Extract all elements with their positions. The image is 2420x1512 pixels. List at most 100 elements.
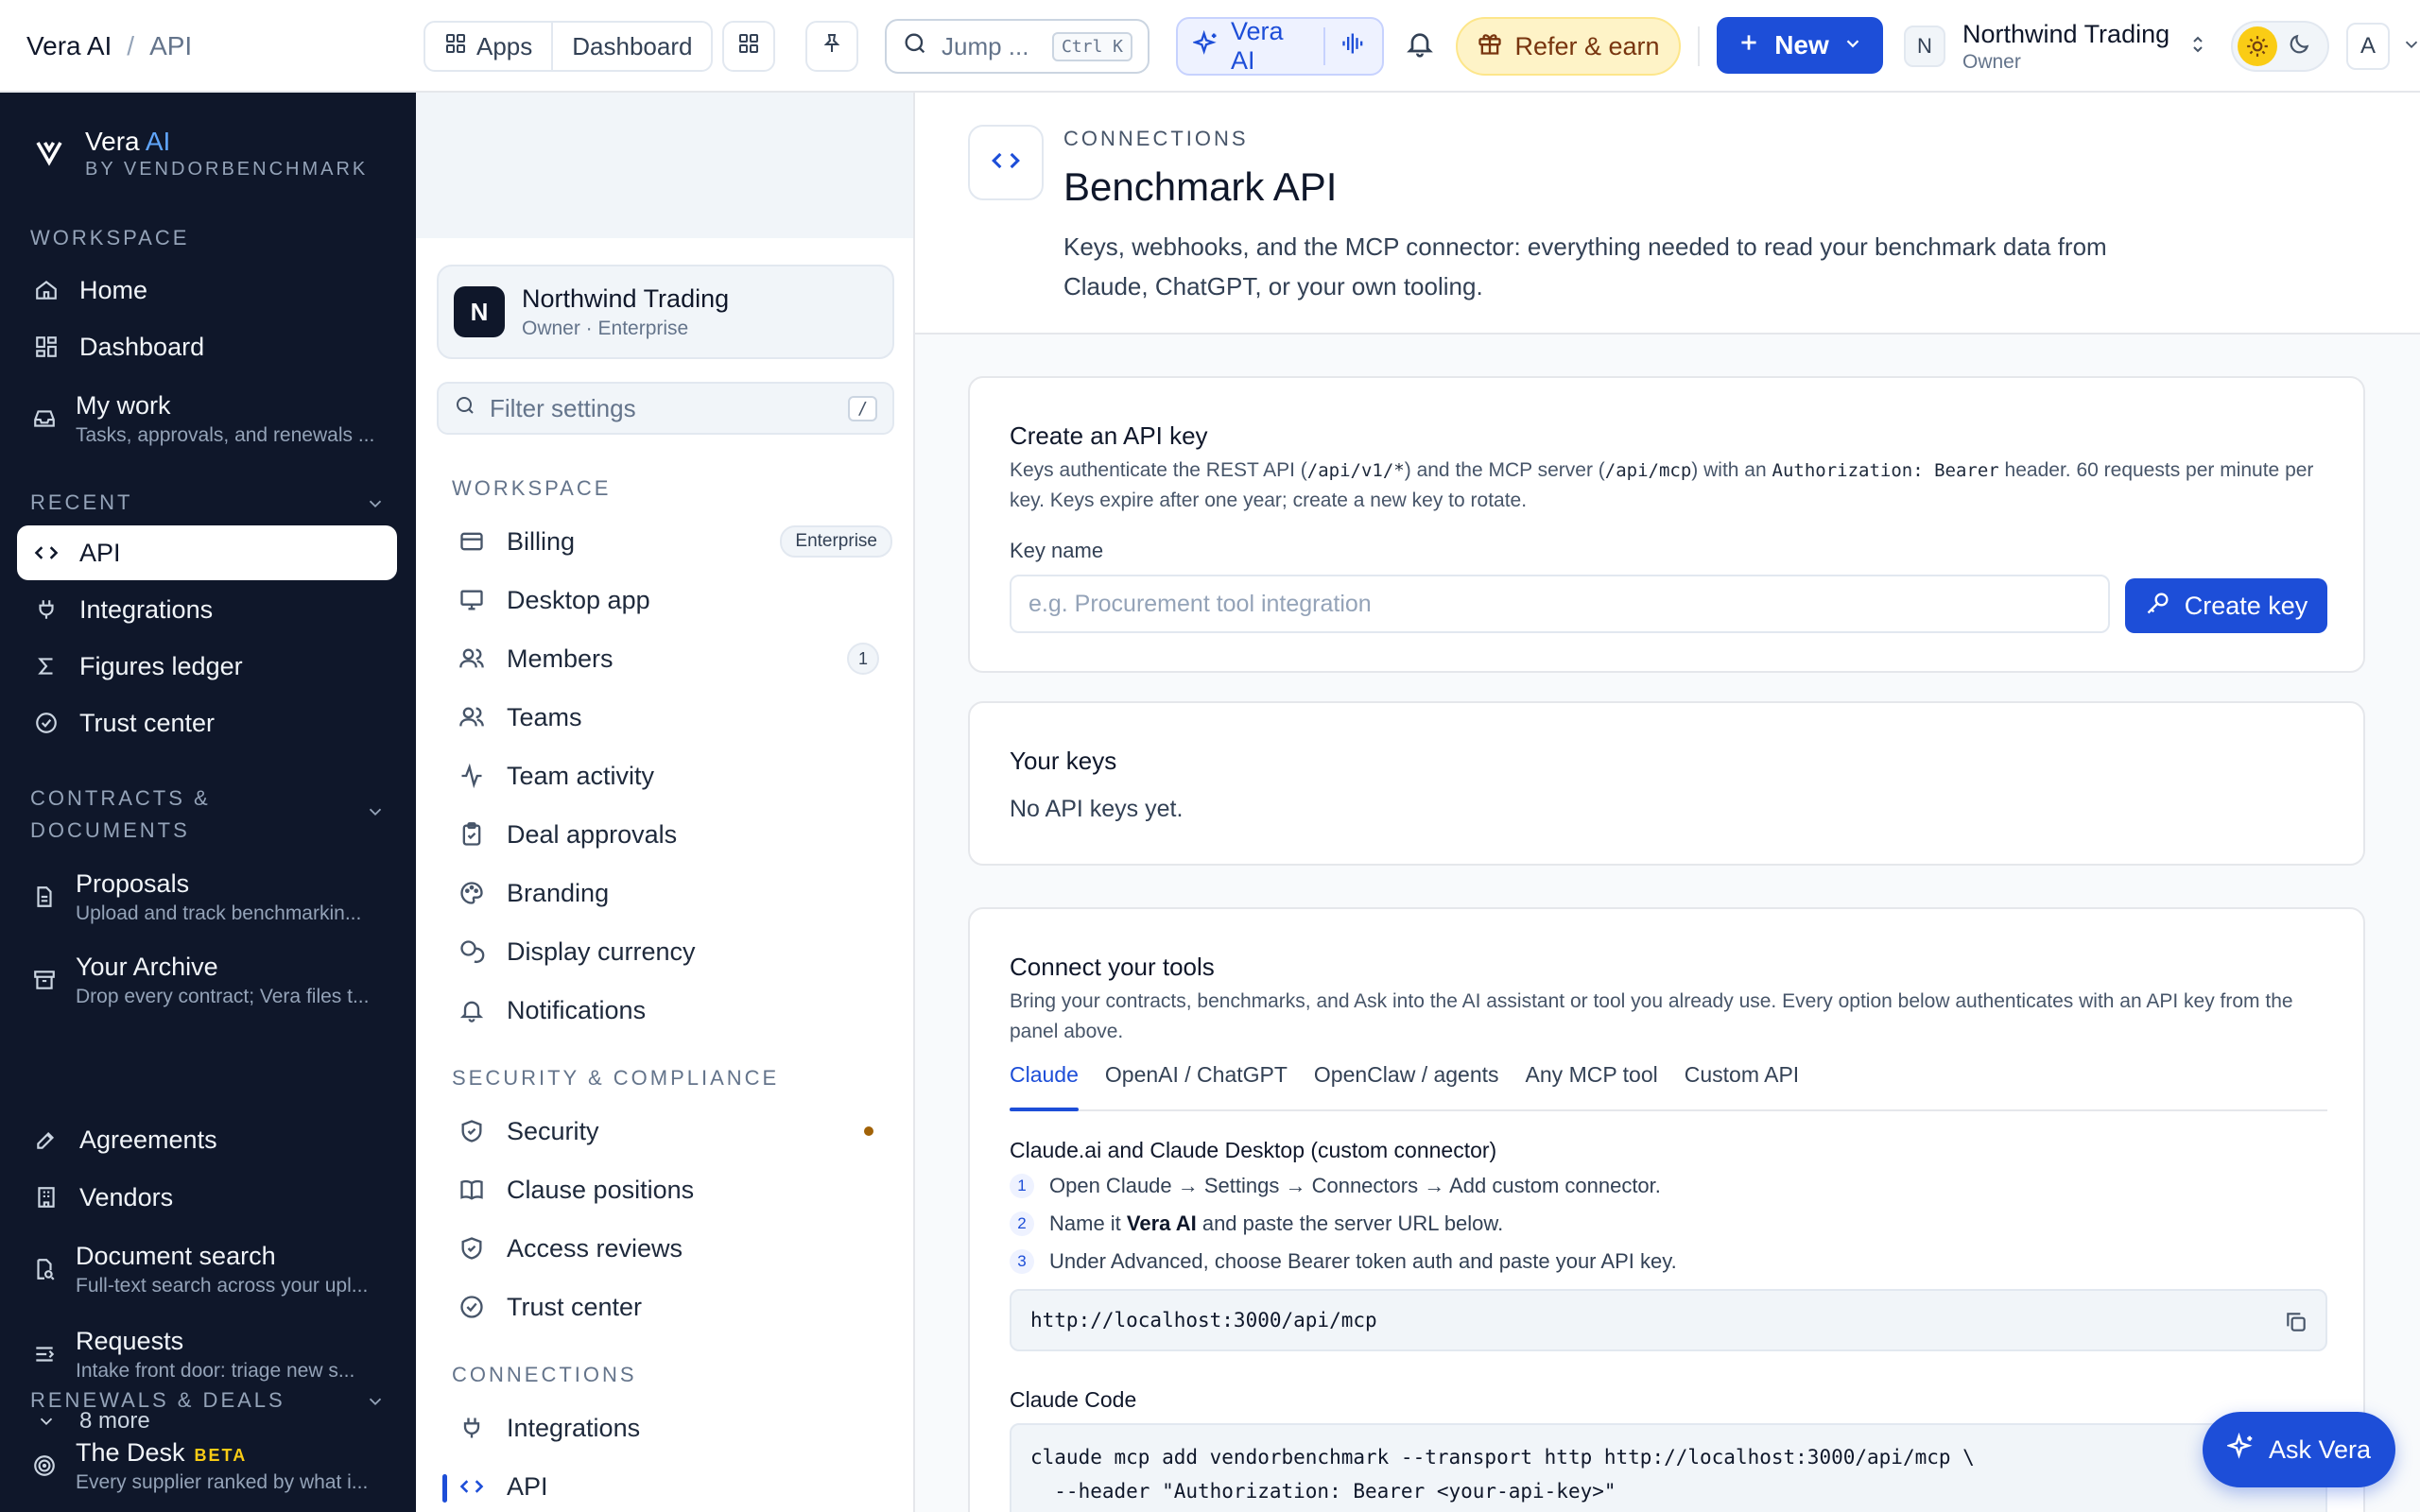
user-menu-chevron-icon[interactable] [2401,32,2420,61]
breadcrumb-root[interactable]: Vera AI [26,31,112,61]
step-3: 3 Under Advanced, choose Bearer token au… [1010,1249,1677,1274]
settings-item-trust-center[interactable]: Trust center [458,1284,892,1330]
settings-item-deal-approvals[interactable]: Deal approvals [458,812,892,857]
sidebar-item-my-work[interactable]: My work Tasks, approvals, and renewals .… [17,387,397,450]
sidebar-item-home[interactable]: Home [17,272,397,308]
desc-code: /api/mcp [1604,460,1692,481]
vera-ai-button[interactable]: Vera AI [1176,17,1384,76]
sidebar-item-proposals[interactable]: Proposals Upload and track benchmarkin..… [17,866,397,928]
sidebar-section-workspace: WORKSPACE [30,226,190,249]
code-icon [32,540,60,566]
tab-any-mcp[interactable]: Any MCP tool [1526,1055,1658,1109]
dashboard-label: Dashboard [572,31,693,60]
claude-code-block[interactable]: claude mcp add vendorbenchmark --transpo… [1010,1423,2327,1512]
main-content: CONNECTIONS Benchmark API Keys, webhooks… [915,93,2420,1512]
settings-section-workspace: WORKSPACE [452,476,612,500]
sidebar-item-api[interactable]: API [17,525,397,580]
org-avatar: N [1904,26,1945,67]
layout-button[interactable] [722,21,775,72]
page-description: Keys, webhooks, and the MCP connector: e… [1063,232,2107,301]
settings-item-label: Clause positions [507,1175,695,1204]
settings-item-integrations[interactable]: Integrations [458,1405,892,1451]
tab-openclaw[interactable]: OpenClaw / agents [1314,1055,1499,1109]
sidebar-item-agreements[interactable]: Agreements [17,1122,397,1158]
settings-item-access-reviews[interactable]: Access reviews [458,1226,892,1271]
sidebar-item-label: Document search [76,1241,276,1270]
user-avatar[interactable]: A [2346,23,2390,70]
settings-item-label: Access reviews [507,1233,683,1263]
dashboard-button[interactable]: Dashboard [551,23,711,70]
updown-icon [2187,33,2209,60]
sidebar-item-label: API [79,538,121,567]
beta-badge: BETA [194,1445,248,1465]
settings-item-label: Integrations [507,1413,641,1442]
sidebar-section-contracts[interactable]: CONTRACTS & DOCUMENTS [30,782,211,847]
chevron-down-icon[interactable] [365,1391,386,1417]
tab-claude[interactable]: Claude [1010,1055,1079,1111]
refer-earn-label: Refer & earn [1514,31,1660,60]
tab-custom-api[interactable]: Custom API [1685,1055,1799,1109]
key-name-input[interactable] [1010,575,2110,633]
org-name: Northwind Trading [1962,19,2170,48]
sidebar-item-vendors[interactable]: Vendors [17,1179,397,1215]
settings-item-teams[interactable]: Teams [458,695,892,740]
settings-org-card[interactable]: N Northwind Trading Owner · Enterprise [437,265,894,359]
sidebar-item-label: My work [76,390,171,420]
pin-button[interactable] [805,21,858,72]
jump-search-placeholder: Jump ... [942,31,1029,60]
ask-vera-button[interactable]: Ask Vera [2203,1412,2395,1487]
refer-earn-button[interactable]: Refer & earn [1456,17,1681,76]
step-text: Name it [1049,1211,1127,1235]
filter-settings-input[interactable]: Filter settings / [437,382,894,435]
tab-openai[interactable]: OpenAI / ChatGPT [1105,1055,1288,1109]
sidebar-item-sub: Upload and track benchmarkin... [76,902,362,924]
chevron-down-icon[interactable] [365,493,386,519]
jump-search[interactable]: Jump ... Ctrl K [885,19,1150,74]
notifications-button[interactable] [1399,21,1441,72]
bell-icon [458,997,486,1023]
key-icon [2145,590,2171,623]
sidebar-item-document-search[interactable]: Document search Full-text search across … [17,1238,397,1300]
settings-item-clause-positions[interactable]: Clause positions [458,1167,892,1212]
settings-item-label: Desktop app [507,585,650,614]
create-key-button[interactable]: Create key [2125,578,2327,633]
copy-icon[interactable] [2284,1310,2308,1339]
server-url[interactable]: http://localhost:3000/api/mcp [1030,1309,1377,1332]
desc-text: Keys authenticate the REST API ( [1010,459,1307,481]
sidebar-item-figures-ledger[interactable]: Figures ledger [17,648,397,684]
sidebar-item-integrations[interactable]: Integrations [17,592,397,627]
org-switcher[interactable]: N Northwind Trading Owner [1904,13,2209,79]
sidebar-item-your-archive[interactable]: Your Archive Drop every contract; Vera f… [17,949,397,1011]
sidebar-item-dashboard[interactable]: Dashboard [17,329,397,365]
sidebar-item-trust-center[interactable]: Trust center [17,705,397,741]
code-icon [990,145,1022,181]
sidebar-section-recent[interactable]: RECENT [30,490,132,515]
sidebar-section-renewals[interactable]: RENEWALS & DEALS [30,1388,285,1413]
settings-item-branding[interactable]: Branding [458,870,892,916]
settings-item-billing[interactable]: Billing Enterprise [458,519,892,564]
chevron-down-icon[interactable] [365,801,386,827]
code-icon [458,1473,486,1500]
org-meta: Owner · Enterprise [522,317,689,339]
sidebar-item-the-desk[interactable]: The Desk BETA Every supplier ranked by wh… [17,1435,397,1497]
settings-item-notifications[interactable]: Notifications [458,988,892,1033]
settings-item-security[interactable]: Security [458,1108,892,1154]
sidebar-item-requests[interactable]: Requests Intake front door: triage new s… [17,1323,397,1385]
theme-toggle[interactable] [2231,21,2329,72]
bell-icon [1405,28,1435,65]
brand[interactable]: Vera AI BY VENDORBENCHMARK [32,127,368,180]
waveform-icon[interactable] [1340,30,1367,63]
main-sidebar: Vera AI BY VENDORBENCHMARK WORKSPACE Hom… [0,93,416,1512]
settings-item-members[interactable]: Members 1 [458,636,892,681]
settings-item-display-currency[interactable]: Display currency [458,929,892,974]
settings-item-desktop-app[interactable]: Desktop app [458,577,892,623]
apps-button[interactable]: Apps [425,23,551,70]
settings-item-team-activity[interactable]: Team activity [458,753,892,799]
file-icon [32,885,57,909]
new-button[interactable]: New [1717,17,1883,74]
new-label: New [1774,30,1829,60]
settings-item-api[interactable]: API [458,1464,892,1509]
create-key-description: Keys authenticate the REST API (/api/v1/… [1010,455,2333,516]
org-name: Northwind Trading [522,284,730,313]
search-icon [454,394,476,423]
